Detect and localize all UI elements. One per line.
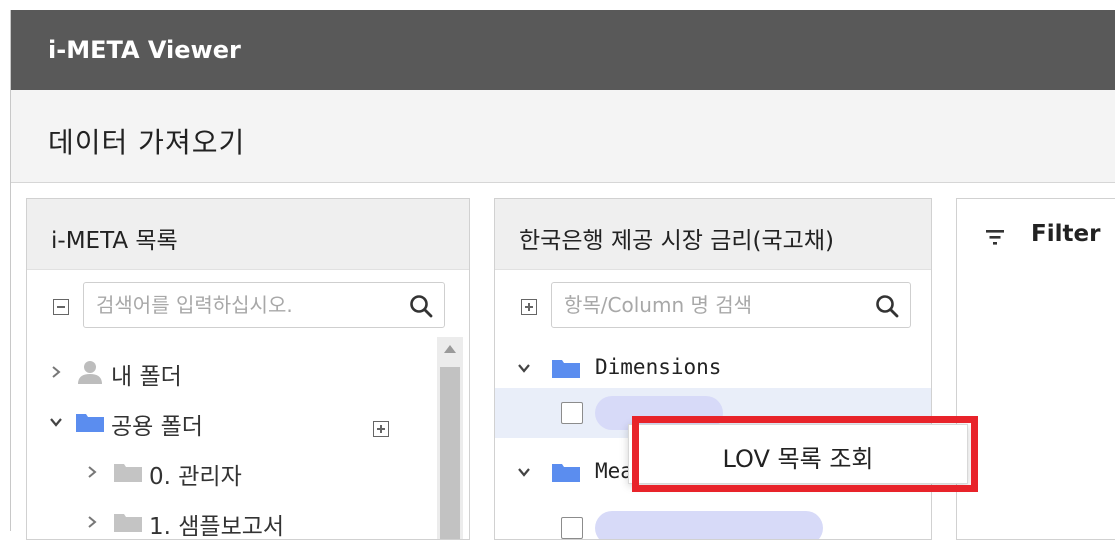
tree-item-label: 내 폴더: [111, 364, 182, 390]
collapse-all-icon[interactable]: [53, 299, 69, 315]
chevron-right-icon[interactable]: [85, 515, 99, 529]
meta-list-panel: i-META 목록 내 폴더 공용 폴더: [26, 198, 470, 540]
search-icon[interactable]: [408, 293, 434, 319]
filter-title: Filter: [1031, 221, 1101, 247]
tree-item-my-folder[interactable]: 내 폴더: [27, 351, 427, 391]
column-checkbox[interactable]: [561, 517, 583, 539]
dialog-heading: 데이터 가져오기: [48, 126, 246, 159]
meta-list-header: i-META 목록: [27, 199, 469, 270]
window-title: i-META Viewer: [48, 36, 241, 64]
tree-item-dimensions[interactable]: Dimensions: [495, 347, 915, 387]
tree-item-sample-reports[interactable]: 1. 샘플보고서: [27, 501, 427, 540]
filter-header: Filter: [957, 199, 1115, 269]
tree-item-public-folder[interactable]: 공용 폴더: [27, 401, 427, 441]
folder-icon: [552, 464, 580, 482]
user-icon: [78, 361, 102, 384]
column-search-box: [551, 282, 911, 328]
dataset-header: 한국은행 제공 시장 금리(국고채): [495, 199, 931, 270]
meta-search-input[interactable]: [96, 292, 345, 318]
folder-icon: [114, 464, 142, 482]
chevron-right-icon[interactable]: [49, 365, 63, 379]
highlight-box: [632, 416, 978, 492]
chevron-down-icon[interactable]: [517, 361, 531, 375]
tree-item-label: 공용 폴더: [111, 414, 203, 440]
folder-icon: [552, 360, 580, 378]
column-chip[interactable]: [595, 511, 823, 539]
scroll-thumb[interactable]: [440, 367, 460, 539]
search-icon[interactable]: [874, 293, 900, 319]
expand-all-icon[interactable]: [521, 299, 537, 315]
dialog-header: 데이터 가져오기: [11, 90, 1115, 183]
chevron-right-icon[interactable]: [85, 465, 99, 479]
tree-item-admin[interactable]: 0. 관리자: [27, 451, 427, 491]
chevron-down-icon[interactable]: [517, 465, 531, 479]
column-checkbox[interactable]: [561, 402, 583, 424]
folder-icon: [76, 414, 104, 432]
filter-panel: Filter: [956, 198, 1115, 540]
dataset-title: 한국은행 제공 시장 금리(국고채): [519, 228, 834, 254]
tree-item-label: 0. 관리자: [149, 464, 242, 490]
folder-icon: [114, 514, 142, 532]
filter-icon[interactable]: [985, 228, 1005, 246]
tree-item-label: Dimensions: [595, 355, 722, 379]
chevron-down-icon[interactable]: [49, 415, 63, 429]
column-search-input[interactable]: [564, 292, 813, 318]
scroll-up-icon[interactable]: [444, 345, 456, 353]
meta-search-box: [83, 282, 445, 328]
meta-list-title: i-META 목록: [51, 228, 178, 254]
tree-item-label: 1. 샘플보고서: [149, 514, 285, 540]
add-folder-icon[interactable]: [373, 421, 389, 437]
tree-scrollbar[interactable]: [437, 337, 463, 539]
title-bar[interactable]: i-META Viewer: [11, 10, 1115, 90]
